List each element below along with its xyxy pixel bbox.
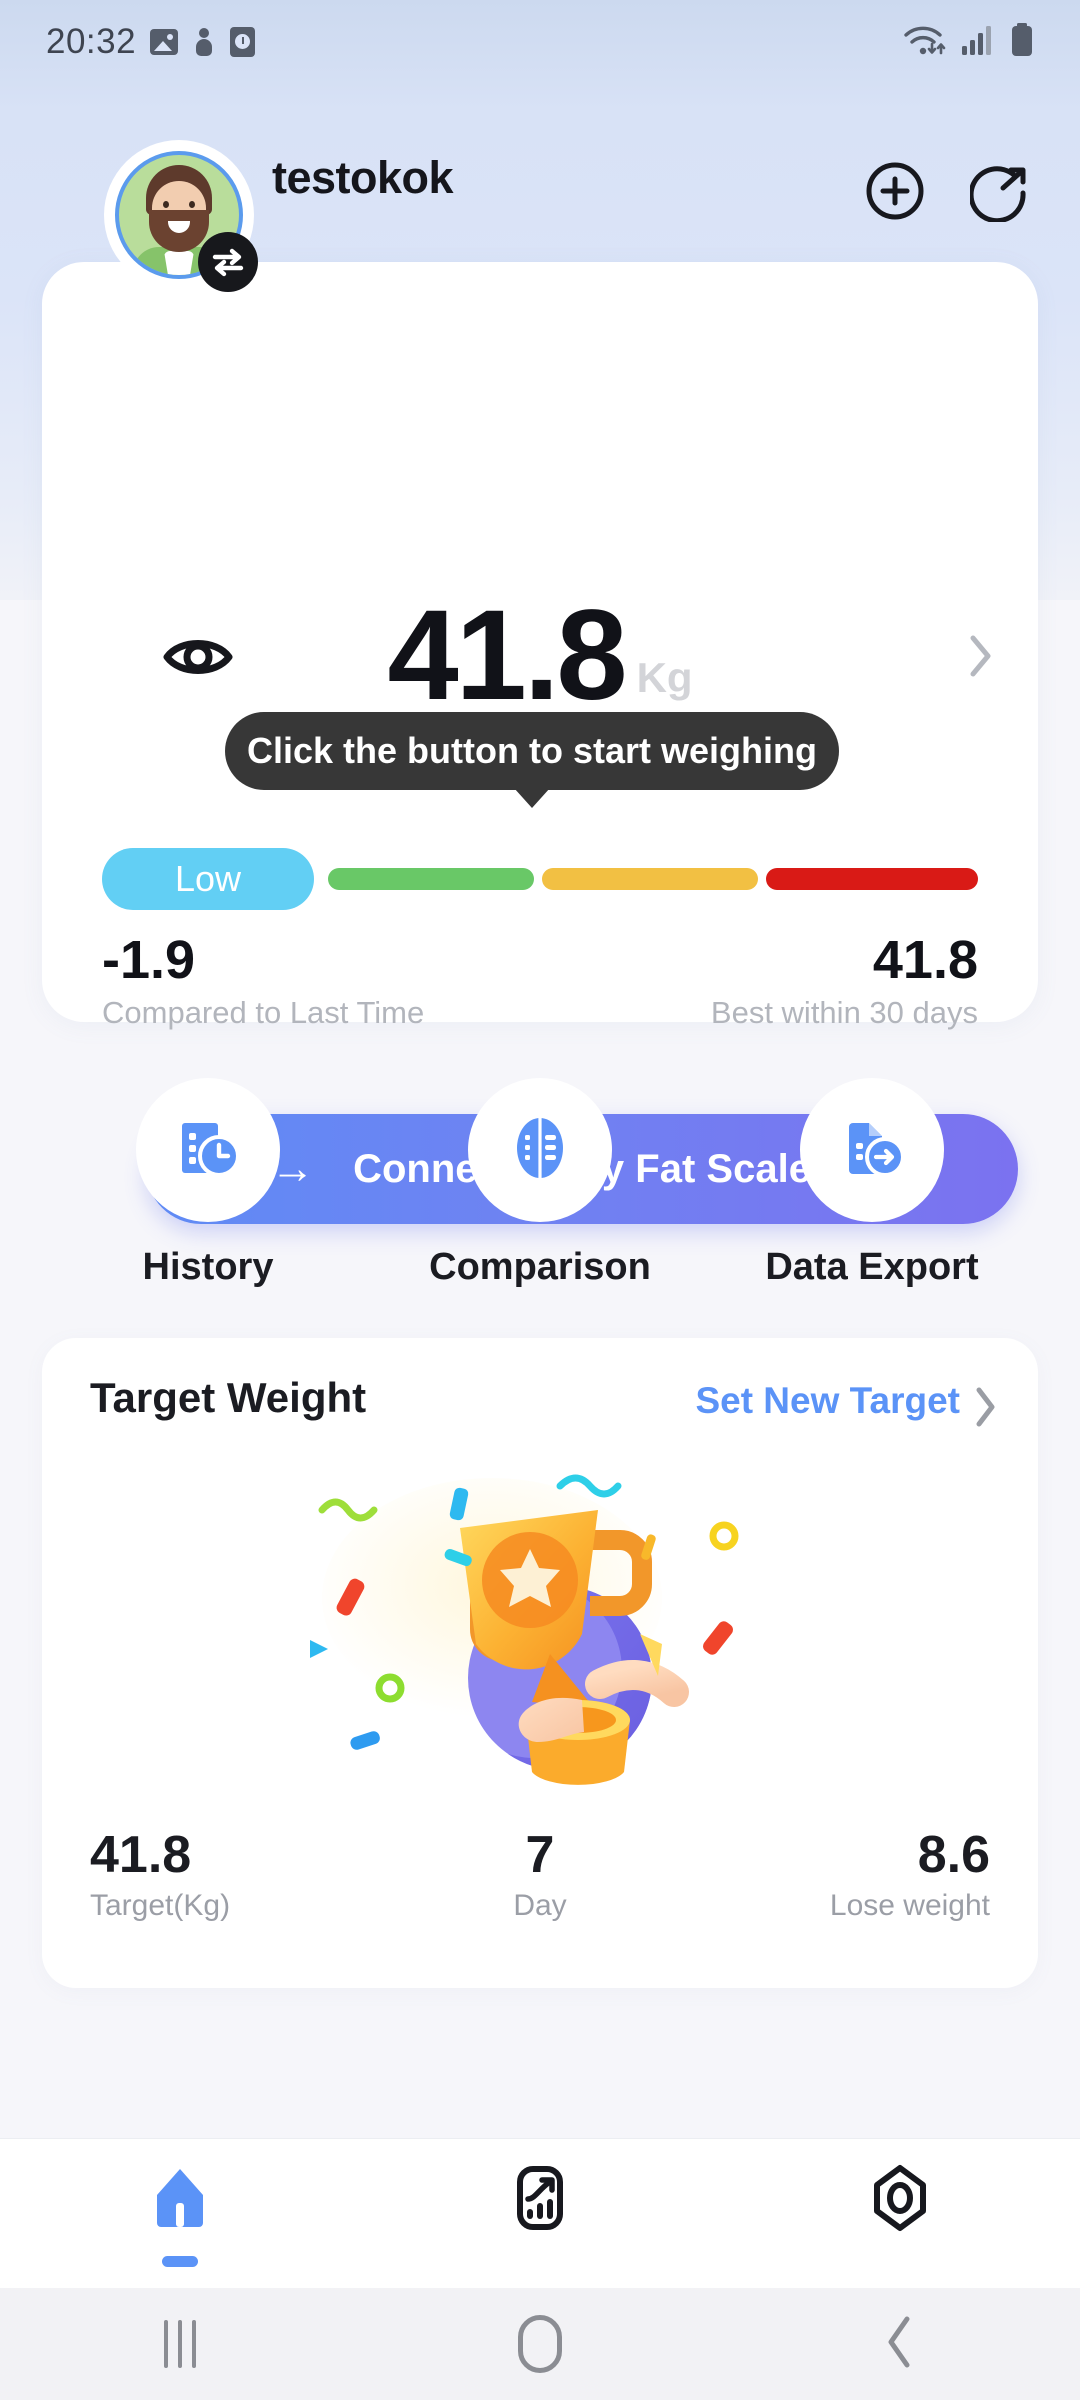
quick-action-label: Data Export — [765, 1246, 979, 1288]
hexagon-settings-icon — [863, 2161, 937, 2240]
stat-value: 7 — [525, 1826, 555, 1884]
bottom-nav-settings[interactable] — [720, 2139, 1080, 2289]
stat-best-30-days: 41.8 Best within 30 days — [558, 932, 978, 1031]
history-icon — [171, 1111, 245, 1190]
home-square-icon — [518, 2315, 562, 2373]
bottom-nav-active-indicator — [162, 2255, 198, 2267]
status-bar: 20:32 — [0, 0, 1080, 84]
chevron-right-icon[interactable] — [968, 634, 994, 683]
chevron-right-icon[interactable] — [974, 1386, 998, 1433]
comparison-icon — [503, 1111, 577, 1190]
stat-label: Day — [513, 1888, 567, 1922]
system-home-button[interactable] — [360, 2315, 720, 2373]
stat-compared-last-time: -1.9 Compared to Last Time — [102, 932, 522, 1031]
trophy-celebration-illustration — [282, 1448, 762, 1798]
set-new-target-button[interactable]: Set New Target — [695, 1380, 960, 1422]
battery-icon — [1010, 22, 1034, 62]
current-weight-value: 41.8 — [387, 584, 627, 727]
target-stat-lose-weight: 8.6 Lose weight — [690, 1828, 990, 1923]
data-export-icon — [835, 1111, 909, 1190]
status-bar-clock: 20:32 — [46, 22, 137, 61]
swap-icon[interactable] — [198, 232, 258, 292]
target-stat-day: 7 Day — [390, 1828, 690, 1923]
target-weight-title: Target Weight — [90, 1374, 367, 1421]
bottom-nav-home[interactable] — [0, 2139, 360, 2289]
system-navigation-bar — [0, 2288, 1080, 2400]
plus-circle-icon[interactable] — [864, 160, 926, 222]
quick-action-data-export[interactable]: Data Export — [737, 1078, 1007, 1308]
stat-value: 41.8 — [872, 930, 978, 990]
home-icon — [143, 2161, 217, 2240]
bmi-segment-active: Low — [102, 848, 314, 910]
trend-chart-icon — [503, 2161, 577, 2240]
avatar[interactable] — [104, 140, 258, 292]
quick-action-history[interactable]: History — [73, 1078, 343, 1308]
stat-value: -1.9 — [102, 930, 196, 990]
bmi-range-indicator[interactable]: Low — [102, 844, 978, 914]
stat-label: Best within 30 days — [710, 994, 978, 1030]
target-stat-target: 41.8 Target(Kg) — [90, 1828, 390, 1923]
weighing-tooltip[interactable]: Click the button to start weighing — [225, 712, 839, 808]
quick-action-label: Comparison — [429, 1246, 651, 1288]
gallery-icon — [150, 29, 179, 55]
back-chevron-icon — [883, 2314, 917, 2375]
target-weight-card: Target Weight Set New Target 41.8 Target… — [42, 1338, 1038, 1988]
current-weight-unit: Kg — [636, 654, 693, 701]
current-weight-readout[interactable]: 41.8 Kg — [42, 580, 1038, 720]
tooltip-text: Click the button to start weighing — [247, 730, 817, 771]
stat-value: 8.6 — [917, 1826, 990, 1884]
quick-actions: History Comparison Data Export — [42, 1078, 1038, 1308]
status-bar-left: 20:32 — [46, 22, 256, 62]
weight-summary-card: 41.8 Kg 2023/11/08 16:11:49 Low -1.9 Com… — [42, 262, 1038, 1224]
bmi-segment-high — [542, 868, 758, 890]
recents-icon — [164, 2320, 196, 2368]
system-recents-button[interactable] — [0, 2320, 360, 2368]
stat-label: Compared to Last Time — [102, 994, 425, 1030]
tooltip-pointer — [514, 788, 550, 808]
stat-label: Target(Kg) — [90, 1888, 231, 1922]
person-icon — [192, 28, 216, 56]
share-circle-icon[interactable] — [970, 160, 1032, 222]
status-bar-right — [902, 22, 1034, 63]
target-weight-stats: 41.8 Target(Kg) 7 Day 8.6 Lose weight — [90, 1828, 990, 1923]
stat-label: Lose weight — [829, 1888, 990, 1922]
username: testokok — [272, 152, 454, 203]
bottom-nav-trends[interactable] — [360, 2139, 720, 2289]
system-back-button[interactable] — [720, 2314, 1080, 2375]
signal-icon — [961, 24, 997, 61]
clock-icon — [230, 27, 256, 57]
quick-action-icon-bg — [800, 1078, 944, 1222]
stat-value: 41.8 — [90, 1826, 192, 1884]
wifi-icon — [902, 22, 948, 63]
quick-action-label: History — [142, 1246, 274, 1288]
quick-action-icon-bg — [136, 1078, 280, 1222]
bmi-segment-very-high — [766, 868, 978, 890]
bmi-segment-normal — [328, 868, 534, 890]
quick-action-comparison[interactable]: Comparison — [405, 1078, 675, 1308]
header-actions — [864, 160, 1032, 222]
bottom-navigation — [0, 2138, 1080, 2288]
quick-action-icon-bg — [468, 1078, 612, 1222]
